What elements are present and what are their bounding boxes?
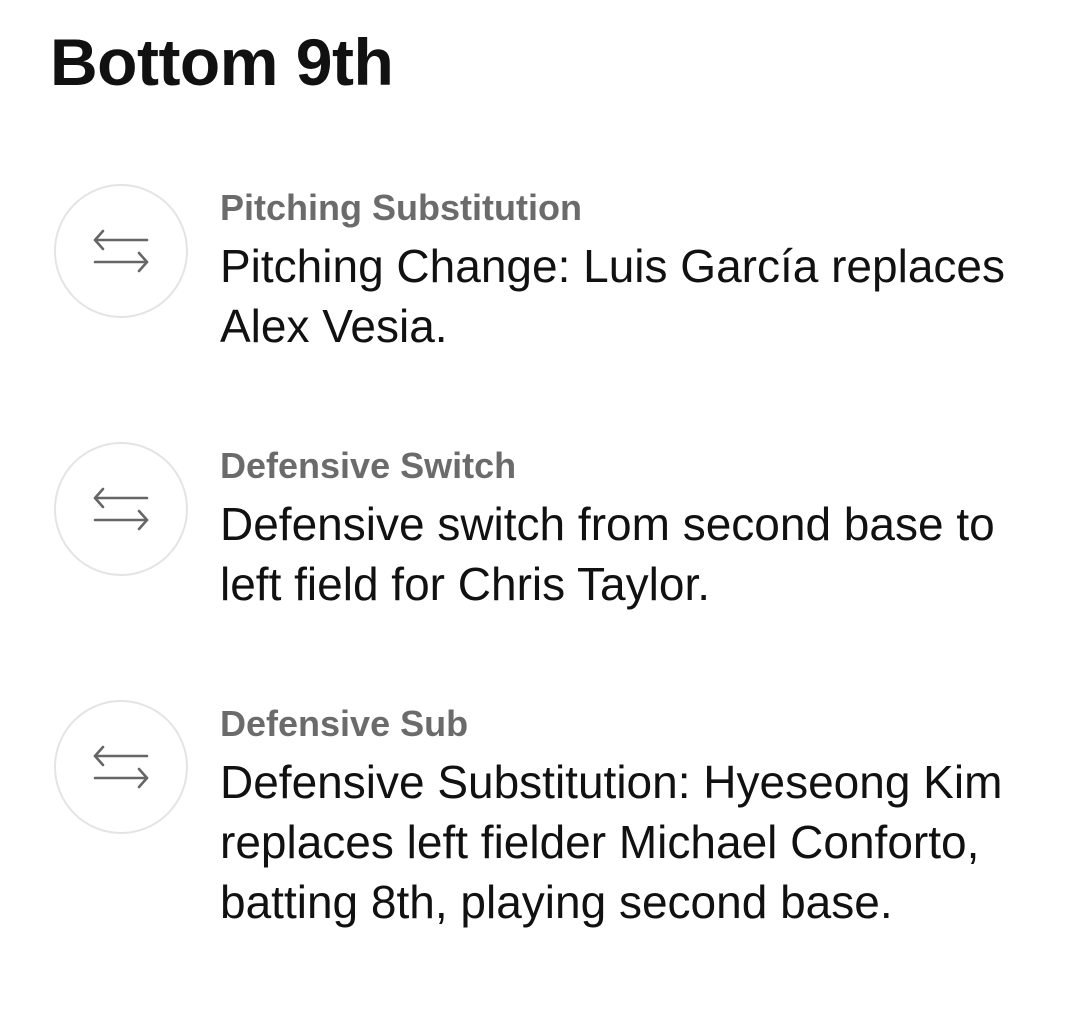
swap-arrows-icon — [54, 184, 188, 318]
inning-title: Bottom 9th — [50, 25, 394, 99]
event-text: Pitching Substitution Pitching Change: L… — [220, 186, 1060, 356]
event-type-label: Defensive Switch — [220, 445, 517, 486]
event-description: Pitching Change: Luis García replaces Al… — [220, 240, 1005, 352]
event-text: Defensive Sub Defensive Substitution: Hy… — [220, 702, 1060, 932]
event-type-label: Defensive Sub — [220, 703, 469, 744]
swap-arrows-icon — [54, 700, 188, 834]
event-description: Defensive Substitution: Hyeseong Kim rep… — [220, 756, 1003, 928]
event-type-label: Pitching Substitution — [220, 187, 582, 228]
event-text: Defensive Switch Defensive switch from s… — [220, 444, 1060, 614]
swap-arrows-icon — [54, 442, 188, 576]
event-description: Defensive switch from second base to lef… — [220, 498, 995, 610]
